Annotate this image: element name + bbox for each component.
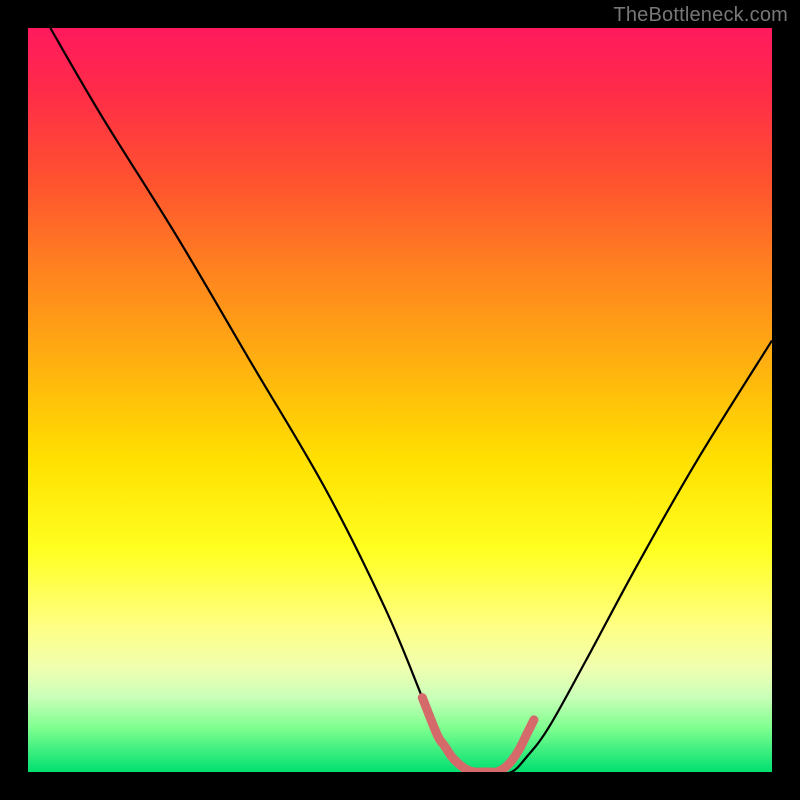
curve-svg — [28, 28, 772, 772]
highlight-trough — [422, 698, 534, 772]
watermark-text: TheBottleneck.com — [613, 4, 788, 27]
bottleneck-curve — [50, 28, 772, 772]
plot-area — [28, 28, 772, 772]
chart-frame: TheBottleneck.com — [0, 0, 800, 800]
